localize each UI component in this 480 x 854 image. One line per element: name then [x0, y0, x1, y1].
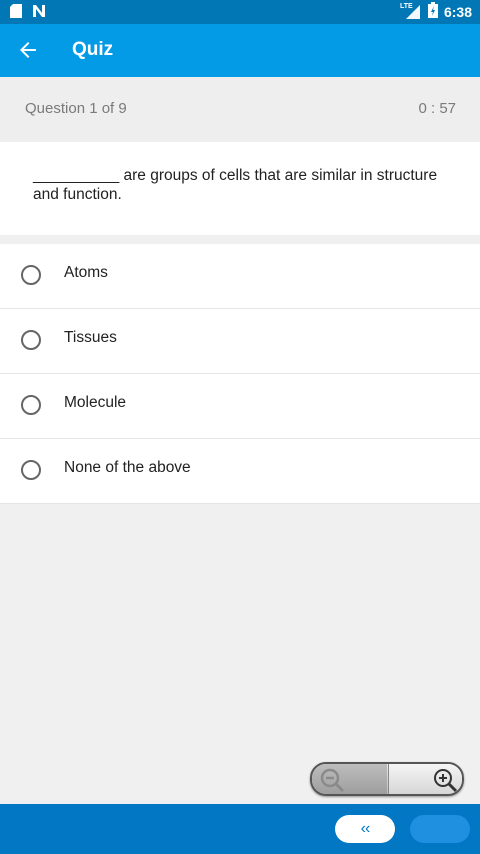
previous-label: ‹‹: [360, 820, 371, 837]
radio-button[interactable]: [21, 330, 41, 350]
sd-card-icon: [10, 4, 22, 23]
n-notification-icon: [32, 4, 46, 23]
back-arrow-icon[interactable]: [16, 38, 40, 62]
answer-options: Atoms Tissues Molecule None of the above: [0, 244, 480, 504]
question-progress: Question 1 of 9: [25, 100, 127, 117]
radio-button[interactable]: [21, 265, 41, 285]
answer-option-none-of-the-above[interactable]: None of the above: [0, 439, 480, 504]
zoom-out-icon: [320, 768, 345, 793]
quiz-timer: 0 : 57: [418, 100, 456, 117]
clock: 6:38: [443, 3, 472, 20]
zoom-control: [310, 762, 464, 796]
option-label: None of the above: [64, 459, 191, 476]
bottom-navigation-bar: ‹‹: [0, 804, 480, 854]
option-label: Molecule: [64, 394, 127, 411]
answer-option-molecule[interactable]: Molecule: [0, 374, 480, 439]
radio-button[interactable]: [21, 460, 41, 480]
status-bar: LTE 6:38: [0, 0, 480, 24]
question-text: __________ are groups of cells that are …: [33, 167, 438, 203]
option-label: Atoms: [64, 264, 108, 281]
app-bar: Quiz: [0, 24, 480, 77]
answer-option-atoms[interactable]: Atoms: [0, 244, 480, 309]
zoom-in-button[interactable]: [388, 764, 462, 794]
option-label: Tissues: [64, 329, 117, 346]
question-header: Question 1 of 9 0 : 57: [0, 77, 480, 141]
previous-question-button[interactable]: ‹‹: [335, 815, 395, 843]
zoom-in-icon: [434, 769, 458, 793]
battery-charging-icon: [427, 2, 438, 21]
radio-button[interactable]: [21, 395, 41, 415]
lte-signal-icon: LTE: [400, 3, 422, 21]
answer-option-tissues[interactable]: Tissues: [0, 309, 480, 374]
zoom-out-button[interactable]: [312, 764, 387, 794]
question-card: __________ are groups of cells that are …: [0, 142, 480, 235]
next-question-button[interactable]: [410, 815, 470, 843]
page-title: Quiz: [72, 39, 114, 60]
